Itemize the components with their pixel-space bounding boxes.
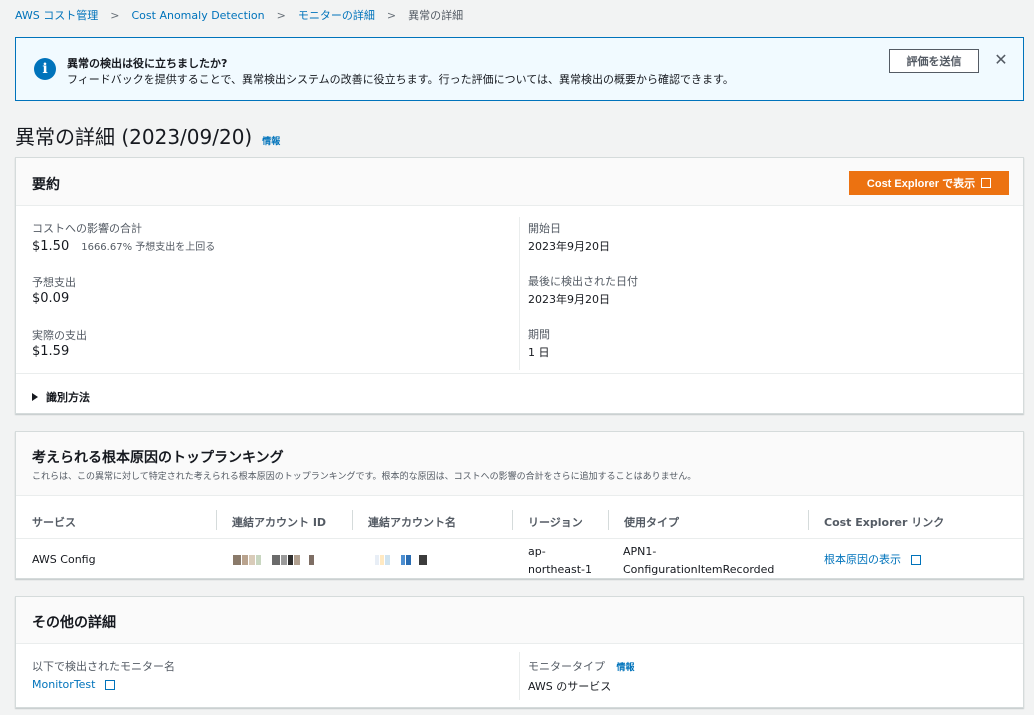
monitor-name-link[interactable]: MonitorTest <box>32 678 115 691</box>
close-icon[interactable]: ✕ <box>992 51 1010 69</box>
page-info-link[interactable]: 情報 <box>262 134 280 147</box>
monitor-type-label-row: モニタータイプ 情報 <box>528 658 635 674</box>
flash-message: フィードバックを提供することで、異常検出システムの改善に役立ちます。行った評価に… <box>67 73 734 86</box>
identification-method-expander[interactable]: 識別方法 <box>32 389 90 405</box>
root-causes-description: これらは、この異常に対して特定された考えられる根本原因のトップランキングです。根… <box>32 472 697 482</box>
column-divider <box>519 217 520 370</box>
breadcrumb-cost-management[interactable]: AWS コスト管理 <box>15 7 98 23</box>
feedback-flashbar: i 異常の検出は役に立ちましたか? フィードバックを提供することで、異常検出シス… <box>15 37 1024 101</box>
actual-spend-label: 実際の支出 <box>32 329 87 342</box>
total-impact: $1.50 1666.67% 予想支出を上回る <box>32 238 215 254</box>
column-separator[interactable] <box>216 510 217 530</box>
expected-spend-value: $0.09 <box>32 291 70 306</box>
flash-title: 異常の検出は役に立ちましたか? <box>67 57 228 70</box>
root-causes-panel: 考えられる根本原因のトップランキング これらは、この異常に対して特定された考えら… <box>15 431 1024 579</box>
breadcrumb: AWS コスト管理 > Cost Anomaly Detection > モニタ… <box>15 7 464 23</box>
breadcrumb-current: 異常の詳細 <box>408 9 464 22</box>
start-date-label: 開始日 <box>528 222 561 235</box>
cell-usage-type: APN1- ConfigurationItemRecorded <box>623 544 774 577</box>
cell-region: ap- northeast-1 <box>528 544 592 577</box>
monitor-name-value: MonitorTest <box>32 678 96 691</box>
summary-heading: 要約 <box>32 177 60 193</box>
column-separator[interactable] <box>808 510 809 530</box>
actual-spend-value: $1.59 <box>32 344 70 359</box>
total-impact-value: $1.50 <box>32 239 70 254</box>
root-causes-heading: 考えられる根本原因のトップランキング <box>32 450 284 466</box>
monitor-type-value: AWS のサービス <box>528 680 612 693</box>
table-header-divider <box>16 538 1023 539</box>
cell-service: AWS Config <box>32 553 96 566</box>
chevron-right-icon: > <box>110 8 120 22</box>
external-link-icon <box>981 178 992 188</box>
column-header-service[interactable]: サービス <box>32 514 76 530</box>
monitor-name-label: 以下で検出されたモニター名 <box>32 660 175 673</box>
submit-rating-button[interactable]: 評価を送信 <box>889 49 979 73</box>
chevron-right-icon: > <box>276 8 286 22</box>
monitor-type-label: モニタータイプ <box>528 660 605 673</box>
summary-panel: 要約 Cost Explorer で表示 コストへの影響の合計 $1.50 166… <box>15 157 1024 414</box>
column-header-ce-link[interactable]: Cost Explorer リンク <box>824 514 944 530</box>
external-link-icon <box>910 555 921 565</box>
duration-value: 1 日 <box>528 346 550 359</box>
column-divider <box>519 652 520 700</box>
expander-label: 識別方法 <box>46 391 90 404</box>
column-separator[interactable] <box>352 510 353 530</box>
column-separator[interactable] <box>608 510 609 530</box>
ce-button-label: Cost Explorer で表示 <box>866 178 976 190</box>
redacted-account-id <box>233 554 315 565</box>
info-icon: i <box>34 58 56 80</box>
duration-label: 期間 <box>528 328 550 341</box>
total-impact-percentage: 1666.67% 予想支出を上回る <box>81 242 216 253</box>
region-line-1: ap- <box>528 545 546 558</box>
breadcrumb-anomaly-detection[interactable]: Cost Anomaly Detection <box>132 9 265 22</box>
expected-spend-label: 予想支出 <box>32 276 76 289</box>
page-header: 異常の詳細 (2023/09/20) 情報 <box>15 121 280 150</box>
other-details-heading: その他の詳細 <box>32 615 116 631</box>
section-divider <box>16 373 1023 374</box>
other-details-header: その他の詳細 <box>16 597 1023 644</box>
page-title: 異常の詳細 (2023/09/20) <box>15 125 253 149</box>
summary-header: 要約 Cost Explorer で表示 <box>16 158 1023 206</box>
root-causes-header: 考えられる根本原因のトップランキング これらは、この異常に対して特定された考えら… <box>16 432 1023 496</box>
external-link-icon <box>104 680 115 690</box>
breadcrumb-monitor-details[interactable]: モニターの詳細 <box>298 7 375 23</box>
column-header-account-name[interactable]: 連結アカウント名 <box>368 514 456 530</box>
caret-right-icon <box>32 393 38 401</box>
region-line-2: northeast-1 <box>528 563 593 576</box>
column-header-region[interactable]: リージョン <box>528 514 583 530</box>
column-header-usage-type[interactable]: 使用タイプ <box>624 514 679 530</box>
usage-line-2: ConfigurationItemRecorded <box>623 563 775 576</box>
monitor-type-info-link[interactable]: 情報 <box>617 663 635 673</box>
view-root-cause-link[interactable]: 根本原因の表示 <box>824 552 921 567</box>
start-date-value: 2023年9月20日 <box>528 240 610 253</box>
view-in-cost-explorer-button[interactable]: Cost Explorer で表示 <box>849 171 1009 195</box>
other-details-panel: その他の詳細 以下で検出されたモニター名 MonitorTest モニタータイプ… <box>15 596 1024 708</box>
last-detected-label: 最後に検出された日付 <box>528 275 638 288</box>
total-impact-label: コストへの影響の合計 <box>32 222 142 235</box>
view-root-cause-label: 根本原因の表示 <box>824 553 901 566</box>
column-separator[interactable] <box>512 510 513 530</box>
column-header-account-id[interactable]: 連結アカウント ID <box>232 514 326 530</box>
redacted-account-name <box>375 554 428 565</box>
last-detected-value: 2023年9月20日 <box>528 293 610 306</box>
chevron-right-icon: > <box>386 8 397 22</box>
usage-line-1: APN1- <box>623 545 657 558</box>
